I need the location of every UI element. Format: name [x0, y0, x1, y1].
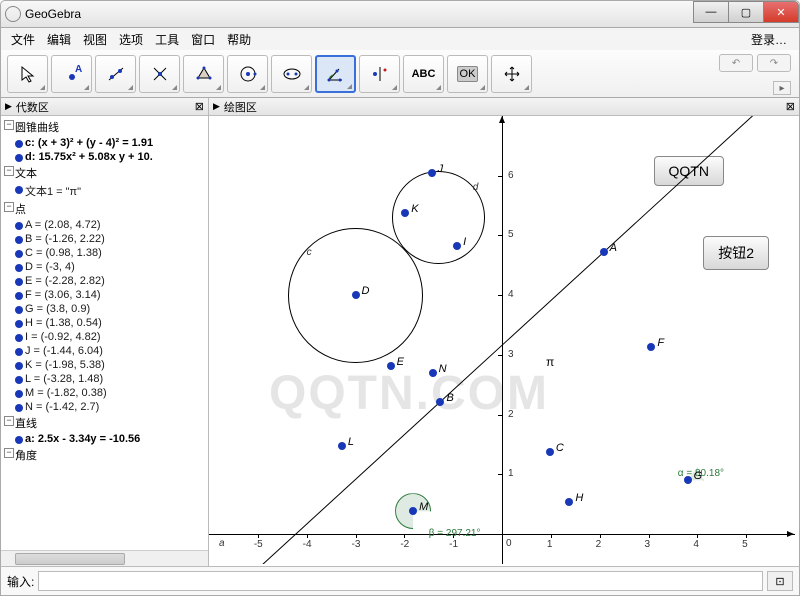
menu-tools[interactable]: 工具 [149, 29, 185, 50]
algebra-item-a[interactable]: a: 2.5x - 3.34y = -10.56 [1, 432, 208, 446]
point-E[interactable]: E [387, 362, 395, 370]
menubar: 文件 编辑 视图 选项 工具 窗口 帮助 登录… [0, 28, 800, 50]
algebra-item-N[interactable]: N = (-1.42, 2.7) [1, 400, 208, 414]
algebra-item-M[interactable]: M = (-1.82, 0.38) [1, 386, 208, 400]
tool-line[interactable] [95, 55, 136, 93]
tool-reflect[interactable] [359, 55, 400, 93]
text-pi[interactable]: π [546, 355, 554, 369]
toolbar: A ABC OK ↶ ↷ ▸ [0, 50, 800, 98]
collapse-icon: ▶ [213, 101, 220, 112]
algebra-panel-header[interactable]: ▶ 代数区 ⊠ [1, 98, 208, 116]
angle-beta-label: β = 297.21° [429, 528, 481, 539]
point-L[interactable]: L [338, 442, 346, 450]
login-link[interactable]: 登录… [751, 31, 795, 48]
point-M[interactable]: M [409, 507, 417, 515]
menu-help[interactable]: 帮助 [221, 29, 257, 50]
main-area: ▶ 代数区 ⊠ 圆锥曲线c: (x + 3)² + (y - 4)² = 1.9… [0, 98, 800, 566]
graphics-panel: ▶ 绘图区 ⊠ QQTN.COM QQTN 按钮2 -5-4-3-2-11234… [209, 98, 799, 566]
tool-pan[interactable] [491, 55, 532, 93]
svg-text:A: A [75, 64, 82, 75]
input-bar: 输入: ⊡ [0, 566, 800, 596]
algebra-item-E[interactable]: E = (-2.28, 2.82) [1, 274, 208, 288]
app-icon [5, 6, 21, 22]
tool-polygon[interactable] [183, 55, 224, 93]
menu-file[interactable]: 文件 [5, 29, 41, 50]
algebra-item-C[interactable]: C = (0.98, 1.38) [1, 246, 208, 260]
graphics-title: 绘图区 [224, 99, 257, 115]
tool-conic[interactable] [271, 55, 312, 93]
menu-edit[interactable]: 编辑 [41, 29, 77, 50]
category-text[interactable]: 文本 [1, 164, 208, 182]
circle-d[interactable] [392, 171, 485, 264]
window-title: GeoGebra [25, 7, 81, 21]
maximize-button[interactable]: ▢ [728, 1, 764, 23]
point-I[interactable]: I [453, 242, 461, 250]
menu-view[interactable]: 视图 [77, 29, 113, 50]
point-K[interactable]: K [401, 209, 409, 217]
category-angles[interactable]: 角度 [1, 446, 208, 464]
point-B[interactable]: B [436, 398, 444, 406]
point-G[interactable]: G [684, 476, 692, 484]
toolbar-help-button[interactable]: ▸ [773, 81, 791, 95]
algebra-list: 圆锥曲线c: (x + 3)² + (y - 4)² = 1.91d: 15.7… [1, 116, 208, 550]
collapse-icon: ▶ [5, 101, 12, 112]
tool-angle[interactable] [315, 55, 356, 93]
algebra-item-K[interactable]: K = (-1.98, 5.38) [1, 358, 208, 372]
algebra-item-t1[interactable]: 文本1 = "π" [1, 182, 208, 200]
algebra-item-c[interactable]: c: (x + 3)² + (y - 4)² = 1.91 [1, 136, 208, 150]
graphics-close-icon[interactable]: ⊠ [786, 100, 795, 113]
point-D[interactable]: D [352, 291, 360, 299]
tool-circle[interactable] [227, 55, 268, 93]
tool-move[interactable] [7, 55, 48, 93]
undo-button[interactable]: ↶ [719, 54, 753, 72]
symbol-button[interactable]: ⊡ [767, 571, 793, 591]
point-H[interactable]: H [565, 498, 573, 506]
graphics-panel-header[interactable]: ▶ 绘图区 ⊠ [209, 98, 799, 116]
minimize-button[interactable]: — [693, 1, 729, 23]
category-points[interactable]: 点 [1, 200, 208, 218]
tool-text[interactable]: ABC [403, 55, 444, 93]
algebra-title: 代数区 [16, 99, 49, 115]
line-label-a: a [219, 538, 225, 549]
input-field[interactable] [38, 571, 763, 591]
algebra-item-A[interactable]: A = (2.08, 4.72) [1, 218, 208, 232]
point-C[interactable]: C [546, 448, 554, 456]
point-N[interactable]: N [429, 369, 437, 377]
point-J[interactable]: J [428, 169, 436, 177]
titlebar: GeoGebra — ▢ ✕ [0, 0, 800, 28]
algebra-scrollbar[interactable] [1, 550, 208, 566]
tool-point[interactable]: A [51, 55, 92, 93]
close-button[interactable]: ✕ [763, 1, 799, 23]
algebra-item-L[interactable]: L = (-3.28, 1.48) [1, 372, 208, 386]
algebra-item-I[interactable]: I = (-0.92, 4.82) [1, 330, 208, 344]
point-F[interactable]: F [647, 343, 655, 351]
algebra-panel: ▶ 代数区 ⊠ 圆锥曲线c: (x + 3)² + (y - 4)² = 1.9… [1, 98, 209, 566]
category-conics[interactable]: 圆锥曲线 [1, 118, 208, 136]
algebra-item-G[interactable]: G = (3.8, 0.9) [1, 302, 208, 316]
algebra-close-icon[interactable]: ⊠ [195, 100, 204, 113]
algebra-item-d[interactable]: d: 15.75x² + 5.08x y + 10. [1, 150, 208, 164]
algebra-item-F[interactable]: F = (3.06, 3.14) [1, 288, 208, 302]
menu-options[interactable]: 选项 [113, 29, 149, 50]
input-label: 输入: [7, 573, 34, 590]
tool-perpendicular[interactable] [139, 55, 180, 93]
tool-slider[interactable]: OK [447, 55, 488, 93]
point-A[interactable]: A [600, 248, 608, 256]
category-lines[interactable]: 直线 [1, 414, 208, 432]
plot-area[interactable]: QQTN.COM QQTN 按钮2 -5-4-3-2-1123451234560… [209, 116, 799, 566]
algebra-item-J[interactable]: J = (-1.44, 6.04) [1, 344, 208, 358]
algebra-item-B[interactable]: B = (-1.26, 2.22) [1, 232, 208, 246]
algebra-item-D[interactable]: D = (-3, 4) [1, 260, 208, 274]
redo-button[interactable]: ↷ [757, 54, 791, 72]
algebra-item-H[interactable]: H = (1.38, 0.54) [1, 316, 208, 330]
menu-window[interactable]: 窗口 [185, 29, 221, 50]
